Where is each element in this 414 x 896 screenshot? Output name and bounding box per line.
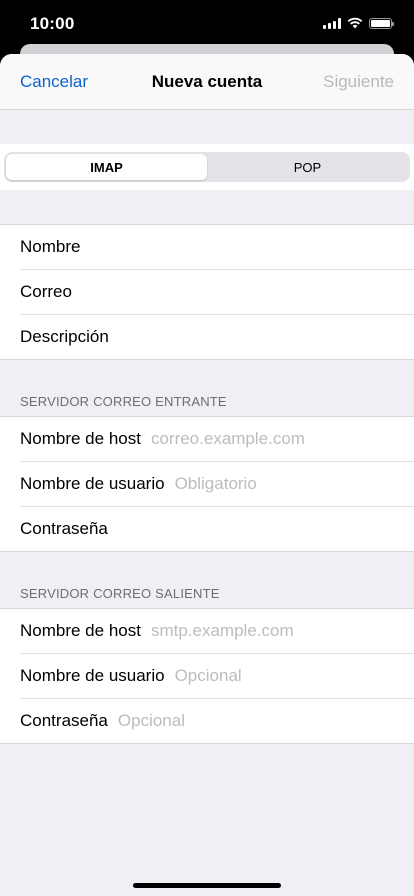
account-info-group: Nombre Correo Descripción <box>0 224 414 360</box>
description-field[interactable]: Descripción <box>20 315 414 359</box>
description-label: Descripción <box>20 327 109 346</box>
email-label: Correo <box>20 282 72 301</box>
status-time: 10:00 <box>30 14 75 33</box>
segment-pop[interactable]: POP <box>207 154 408 180</box>
name-field[interactable]: Nombre <box>20 225 414 270</box>
outgoing-host-placeholder: smtp.example.com <box>150 621 294 640</box>
incoming-server-group: Nombre de host correo.example.com Nombre… <box>0 416 414 552</box>
navigation-bar: Cancelar Nueva cuenta Siguiente <box>0 54 414 110</box>
incoming-username-label: Nombre de usuario <box>20 474 165 493</box>
cellular-signal-icon <box>323 17 341 29</box>
incoming-username-placeholder: Obligatorio <box>174 474 257 493</box>
outgoing-username-label: Nombre de usuario <box>20 666 165 685</box>
incoming-password-field[interactable]: Contraseña <box>20 507 414 551</box>
incoming-host-field[interactable]: Nombre de host correo.example.com <box>20 417 414 462</box>
home-indicator[interactable] <box>133 883 281 888</box>
segment-imap[interactable]: IMAP <box>6 154 207 180</box>
outgoing-username-placeholder: Opcional <box>174 666 242 685</box>
battery-icon <box>369 17 394 29</box>
incoming-host-placeholder: correo.example.com <box>150 429 305 448</box>
incoming-username-field[interactable]: Nombre de usuario Obligatorio <box>20 462 414 507</box>
name-label: Nombre <box>20 237 81 256</box>
email-field[interactable]: Correo <box>20 270 414 315</box>
status-icons <box>323 17 394 29</box>
outgoing-password-field[interactable]: Contraseña Opcional <box>20 699 414 743</box>
cancel-button[interactable]: Cancelar <box>20 72 88 92</box>
wifi-icon <box>347 17 363 29</box>
protocol-segment-row: IMAP POP <box>0 144 414 190</box>
outgoing-server-group: Nombre de host smtp.example.com Nombre d… <box>0 608 414 744</box>
outgoing-host-field[interactable]: Nombre de host smtp.example.com <box>20 609 414 654</box>
outgoing-password-label: Contraseña <box>20 711 108 730</box>
outgoing-username-field[interactable]: Nombre de usuario Opcional <box>20 654 414 699</box>
outgoing-password-placeholder: Opcional <box>117 711 185 730</box>
new-account-sheet: Cancelar Nueva cuenta Siguiente IMAP POP… <box>0 54 414 896</box>
next-button[interactable]: Siguiente <box>323 72 394 92</box>
incoming-password-label: Contraseña <box>20 519 108 538</box>
incoming-server-header: SERVIDOR CORREO ENTRANTE <box>20 394 227 409</box>
protocol-segmented-control: IMAP POP <box>4 152 410 182</box>
device-notch <box>90 0 324 30</box>
outgoing-server-header: SERVIDOR CORREO SALIENTE <box>20 586 220 601</box>
outgoing-host-label: Nombre de host <box>20 621 141 640</box>
incoming-host-label: Nombre de host <box>20 429 141 448</box>
